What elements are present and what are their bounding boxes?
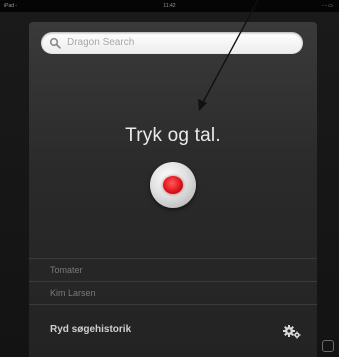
home-indicator-button[interactable] xyxy=(322,340,334,352)
gear-icon[interactable] xyxy=(281,324,303,340)
clear-history-row: Ryd søgehistorik xyxy=(29,314,317,348)
main-panel: Dragon Search Tryk og tal. Tomater Kim L… xyxy=(29,22,317,357)
record-icon xyxy=(163,176,183,194)
status-bar: iPad ◦ 11:42 ◦ ◦ ▭ xyxy=(0,0,339,12)
search-bar[interactable]: Dragon Search xyxy=(41,32,303,54)
history-item[interactable]: Kim Larsen xyxy=(29,282,317,305)
status-battery: ◦ ◦ ▭ xyxy=(321,3,333,9)
status-time: 11:42 xyxy=(163,3,176,9)
speak-prompt: Tryk og tal. xyxy=(125,125,221,146)
search-placeholder: Dragon Search xyxy=(67,37,135,48)
app-screen: iPad ◦ 11:42 ◦ ◦ ▭ Dragon Search Tryk og… xyxy=(0,0,339,357)
record-button[interactable] xyxy=(150,162,196,208)
search-history-list: Tomater Kim Larsen xyxy=(29,258,317,305)
history-item[interactable]: Tomater xyxy=(29,258,317,282)
clear-history-button[interactable]: Ryd søgehistorik xyxy=(50,324,131,335)
search-icon xyxy=(49,37,61,49)
